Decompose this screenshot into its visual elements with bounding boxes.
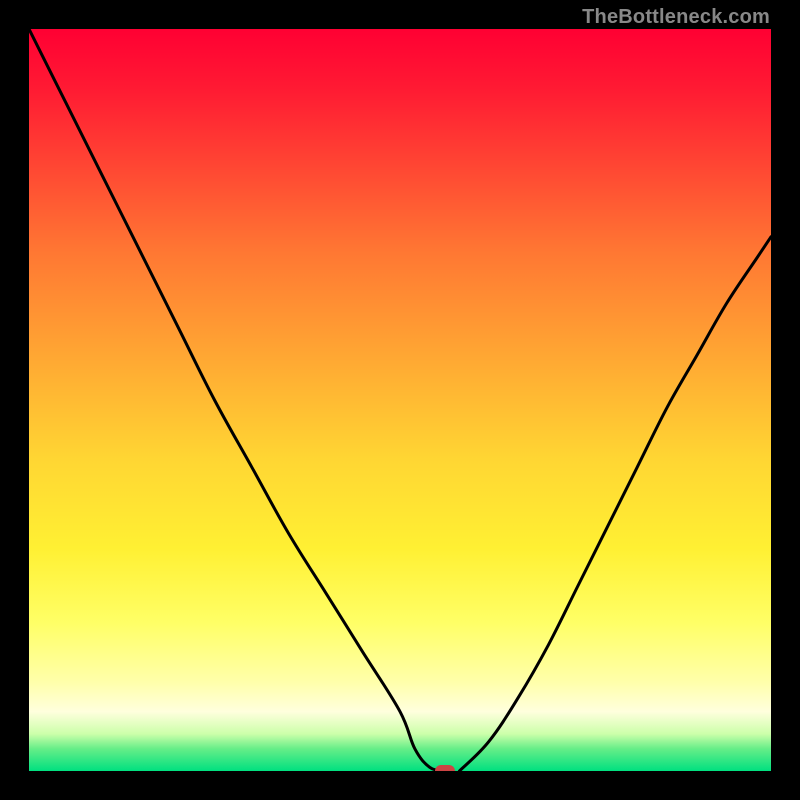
bottleneck-curve <box>29 29 771 771</box>
attribution-text: TheBottleneck.com <box>582 6 770 29</box>
chart-plot-area <box>29 29 771 771</box>
optimal-point-marker <box>435 765 455 771</box>
curve-right-branch <box>459 237 771 771</box>
curve-left-branch <box>29 29 445 771</box>
